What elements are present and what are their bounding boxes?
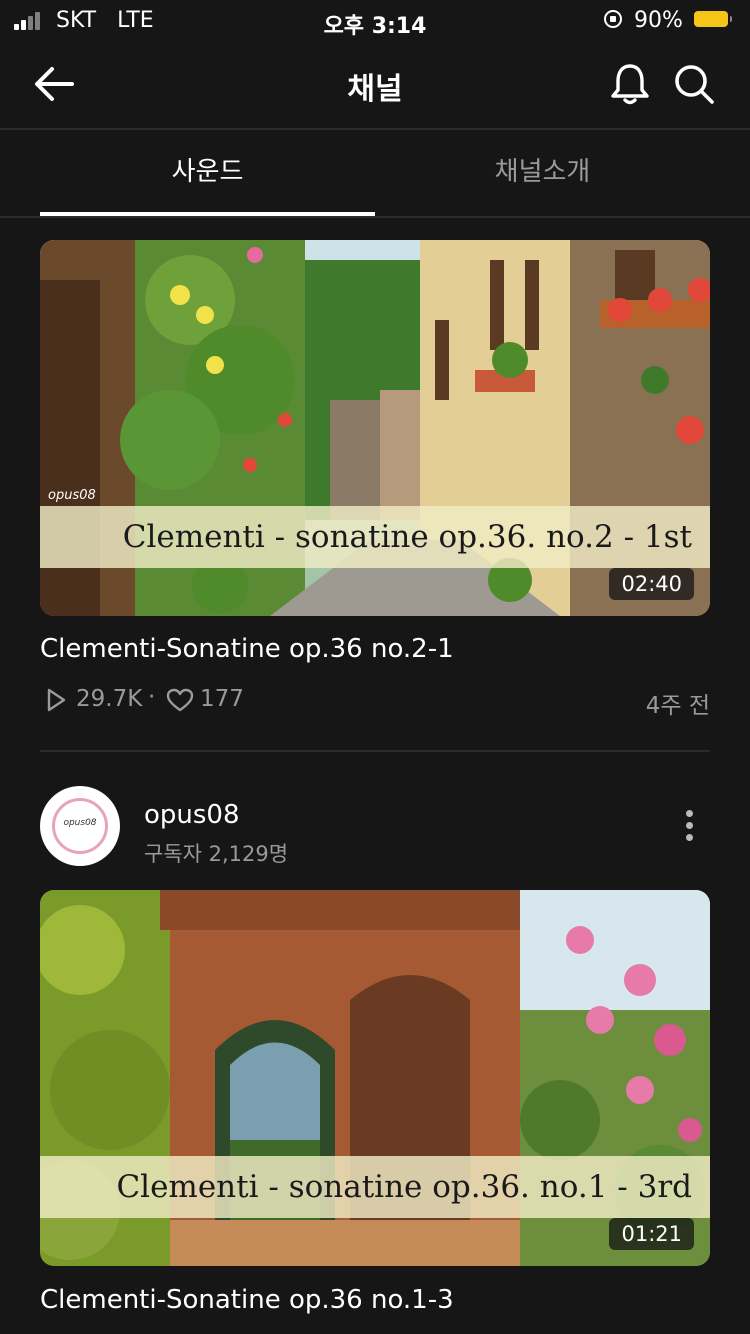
bell-icon — [611, 64, 649, 105]
subscriber-count: 구독자 2,129명 — [144, 842, 289, 866]
video-duration: 02:40 — [609, 568, 694, 600]
play-icon — [47, 688, 66, 712]
heart-icon[interactable] — [166, 688, 194, 712]
notification-button[interactable] — [608, 62, 652, 106]
upload-time: 4주 전 — [645, 693, 710, 719]
tab-sound[interactable]: 사운드 — [40, 130, 375, 216]
rotation-lock-icon — [604, 10, 622, 28]
more-vertical-icon[interactable] — [682, 808, 698, 844]
video-meta: 29.7K · 177 4주 전 — [40, 684, 710, 719]
channel-tabs: 사운드 채널소개 — [0, 130, 750, 218]
battery-icon — [694, 11, 732, 27]
avatar[interactable]: opus08 — [40, 786, 120, 866]
battery-percent: 90% — [634, 8, 683, 33]
channel-name[interactable]: opus08 — [144, 800, 240, 830]
video-title[interactable]: Clementi-Sonatine op.36 no.2-1 — [40, 634, 454, 664]
channel-row: opus08 opus08 구독자 2,129명 — [40, 786, 710, 866]
avatar-logo: opus08 — [63, 818, 97, 828]
status-bar: SKT LTE 오후 3:14 90% — [0, 0, 750, 40]
video-title-2[interactable]: Clementi-Sonatine op.36 no.1-3 — [40, 1285, 454, 1315]
search-button[interactable] — [672, 62, 716, 106]
thumbnail-caption: Clementi - sonatine op.36. no.2 - 1st — [40, 506, 710, 568]
video-duration-2: 01:21 — [609, 1218, 694, 1250]
meta-separator: · — [148, 684, 156, 710]
thumbnail-caption-2: Clementi - sonatine op.36. no.1 - 3rd — [40, 1156, 710, 1218]
app-header: 채널 — [0, 40, 750, 130]
video-thumbnail[interactable]: Clementi - sonatine op.36. no.2 - 1st op… — [40, 240, 710, 616]
tab-channel-intro[interactable]: 채널소개 — [375, 130, 710, 214]
section-divider — [40, 750, 710, 752]
like-count: 177 — [200, 686, 244, 712]
video-thumbnail-2[interactable]: Clementi - sonatine op.36. no.1 - 3rd 01… — [40, 890, 710, 1266]
search-icon — [675, 65, 714, 104]
thumbnail-watermark: opus08 — [48, 488, 96, 503]
play-count: 29.7K — [76, 686, 143, 712]
